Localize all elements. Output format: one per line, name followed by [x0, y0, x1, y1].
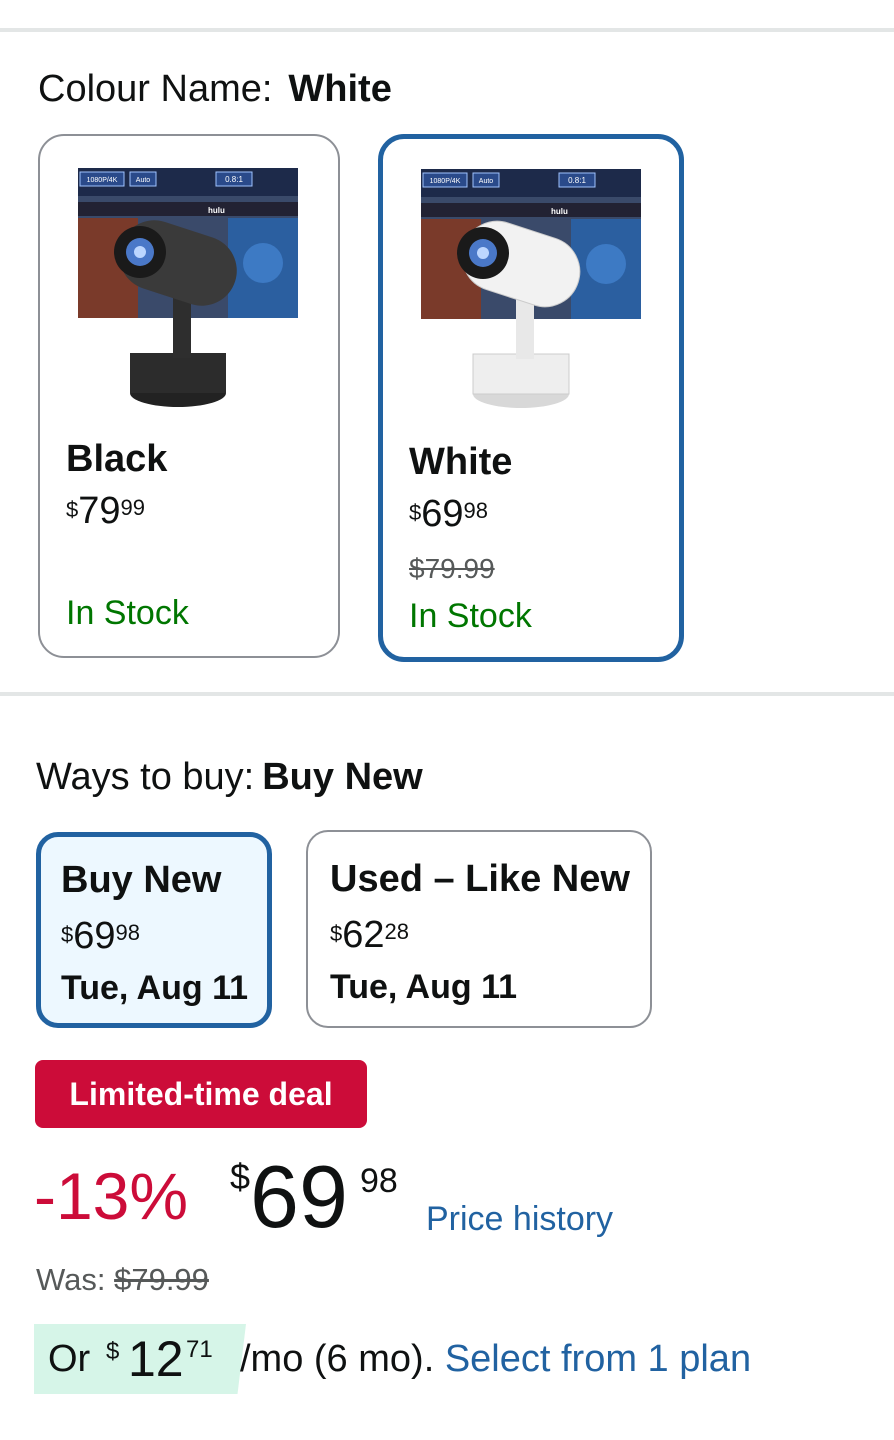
product-image-white: 1080P/4K Auto 0.8:1 hulu — [421, 169, 641, 408]
overlay-text: Auto — [479, 178, 494, 185]
section-divider — [0, 692, 894, 696]
installment-fraction: 71 — [186, 1336, 213, 1363]
overlay-text: Auto — [136, 177, 151, 184]
select-plan-link[interactable]: Select from 1 plan — [445, 1338, 751, 1380]
overlay-text: 0.8:1 — [225, 175, 243, 184]
overlay-text: 1080P/4K — [87, 177, 118, 184]
overlay-text: 0.8:1 — [568, 176, 586, 185]
price-history-link[interactable]: Price history — [426, 1200, 613, 1239]
installment-symbol: $ — [106, 1338, 120, 1365]
product-image-black: 1080P/4K Auto 0.8:1 hulu — [78, 168, 298, 407]
buy-option-new[interactable]: Buy New $69 98 Tue, Aug 11 — [36, 832, 272, 1028]
delivery-date: Tue, Aug 11 — [61, 969, 249, 1007]
swatch-was-price-white: $79.99 — [409, 553, 495, 584]
swatch-name-black: Black — [66, 438, 168, 480]
price-symbol: $ — [230, 1156, 251, 1197]
ways-to-buy-label: Ways to buy: Buy New — [36, 756, 423, 798]
installment-row: Or $ 12 71 /mo (6 mo). Select from 1 pla… — [34, 1324, 874, 1394]
buy-option-price: $62 28 — [330, 914, 410, 956]
installment-text: /mo (6 mo). Select from 1 plan — [240, 1338, 752, 1380]
was-price-value: $79.99 — [114, 1262, 209, 1297]
stock-status-white: In Stock — [409, 597, 532, 635]
installment-whole: 12 — [128, 1331, 184, 1387]
deal-price-row: -13% $ 69 98 Price history — [34, 1147, 734, 1250]
swatch-price-black: $79 99 — [66, 490, 146, 532]
was-price: Was: $79.99 — [36, 1262, 209, 1297]
swatch-price-white: $69 98 — [409, 493, 489, 535]
selected-colour: White — [288, 68, 392, 110]
colour-name-label: Colour Name: White — [38, 68, 392, 110]
swatch-black[interactable]: 1080P/4K Auto 0.8:1 hulu Black $79 99 In … — [38, 134, 340, 658]
swatch-white[interactable]: 1080P/4K Auto 0.8:1 hulu White $69 98 $79… — [378, 134, 684, 662]
top-divider — [0, 28, 894, 32]
buy-option-used[interactable]: Used – Like New $62 28 Tue, Aug 11 — [306, 830, 652, 1028]
price-whole: 69 — [250, 1147, 348, 1246]
swatch-name-white: White — [409, 441, 513, 483]
stock-status-black: In Stock — [66, 594, 189, 632]
delivery-date: Tue, Aug 11 — [330, 968, 518, 1006]
installment-or: Or — [48, 1338, 91, 1380]
overlay-text: hulu — [551, 207, 568, 216]
buy-option-title: Buy New — [61, 859, 222, 901]
overlay-text: 1080P/4K — [430, 178, 461, 185]
buy-option-price: $69 98 — [61, 915, 141, 957]
discount-percent: -13% — [34, 1159, 189, 1233]
limited-time-deal-badge: Limited-time deal — [35, 1060, 367, 1128]
selected-way: Buy New — [262, 756, 423, 798]
overlay-text: hulu — [208, 206, 225, 215]
price-fraction: 98 — [360, 1162, 398, 1200]
buy-option-title: Used – Like New — [330, 858, 630, 900]
